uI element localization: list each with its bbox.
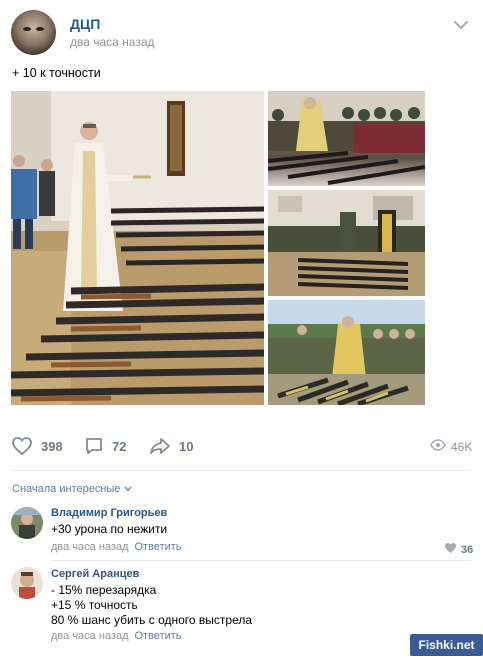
chevron-down-icon[interactable] — [453, 18, 469, 30]
comment-time[interactable]: два часа назад — [51, 630, 128, 642]
comment-text-line: - 15% перезарядка — [51, 583, 157, 597]
post-photo-3[interactable] — [268, 190, 425, 296]
comment-count: 72 — [112, 438, 127, 454]
comment-item: Сергей Аранцев - 15% перезарядка +15 % т… — [0, 565, 483, 645]
like-count: 398 — [41, 438, 63, 454]
post-actions: 398 72 10 46K — [0, 430, 483, 464]
comment-text: +30 урона по нежити — [51, 522, 168, 536]
post-time[interactable]: два часа назад — [70, 35, 155, 49]
comment-icon — [84, 436, 104, 456]
share-arrow-icon — [149, 436, 171, 456]
post-photo-2[interactable] — [268, 91, 425, 186]
post-text: + 10 к точности — [12, 66, 101, 80]
group-name-link[interactable]: ДЦП — [70, 16, 100, 32]
comment-like-button[interactable]: 36 — [444, 541, 473, 559]
like-button[interactable]: 398 — [11, 430, 63, 462]
post-photo-main[interactable] — [11, 91, 264, 405]
comment-meta: два часа назад Ответить — [51, 630, 182, 642]
reply-button[interactable]: Ответить — [134, 630, 181, 642]
comment-author-avatar[interactable] — [11, 567, 43, 599]
eye-icon — [430, 438, 446, 456]
comment-meta: два часа назад Ответить — [51, 541, 182, 553]
comments-sort-dropdown[interactable]: Сначала интересные — [12, 483, 132, 495]
comment-like-count: 36 — [461, 544, 474, 556]
watermark-logo: Fishki.net — [410, 634, 483, 656]
views-count: 46K — [451, 440, 473, 454]
heart-icon — [11, 436, 33, 456]
share-button[interactable]: 10 — [149, 430, 193, 462]
comment-item: Владимир Григорьев +30 урона по нежити д… — [0, 505, 483, 561]
heart-icon — [444, 541, 457, 559]
divider — [51, 560, 471, 561]
comment-text-line: 80 % шанс убить с одного выстрела — [51, 613, 253, 627]
group-avatar[interactable] — [11, 10, 56, 55]
comment-author-name[interactable]: Владимир Григорьев — [51, 507, 167, 519]
comment-text-line: +15 % точность — [51, 598, 138, 612]
comment-author-name[interactable]: Сергей Аранцев — [51, 568, 139, 580]
chevron-down-icon — [124, 483, 132, 495]
reply-button[interactable]: Ответить — [134, 541, 181, 553]
comment-time[interactable]: два часа назад — [51, 541, 128, 553]
post-header: ДЦП два часа назад — [0, 0, 483, 60]
views-counter: 46K — [430, 438, 472, 456]
divider — [11, 470, 471, 471]
comments-sort-label: Сначала интересные — [12, 483, 121, 495]
share-count: 10 — [179, 438, 194, 454]
post-photo-4[interactable] — [268, 300, 425, 405]
comment-author-avatar[interactable] — [11, 507, 43, 539]
comment-button[interactable]: 72 — [84, 430, 126, 462]
